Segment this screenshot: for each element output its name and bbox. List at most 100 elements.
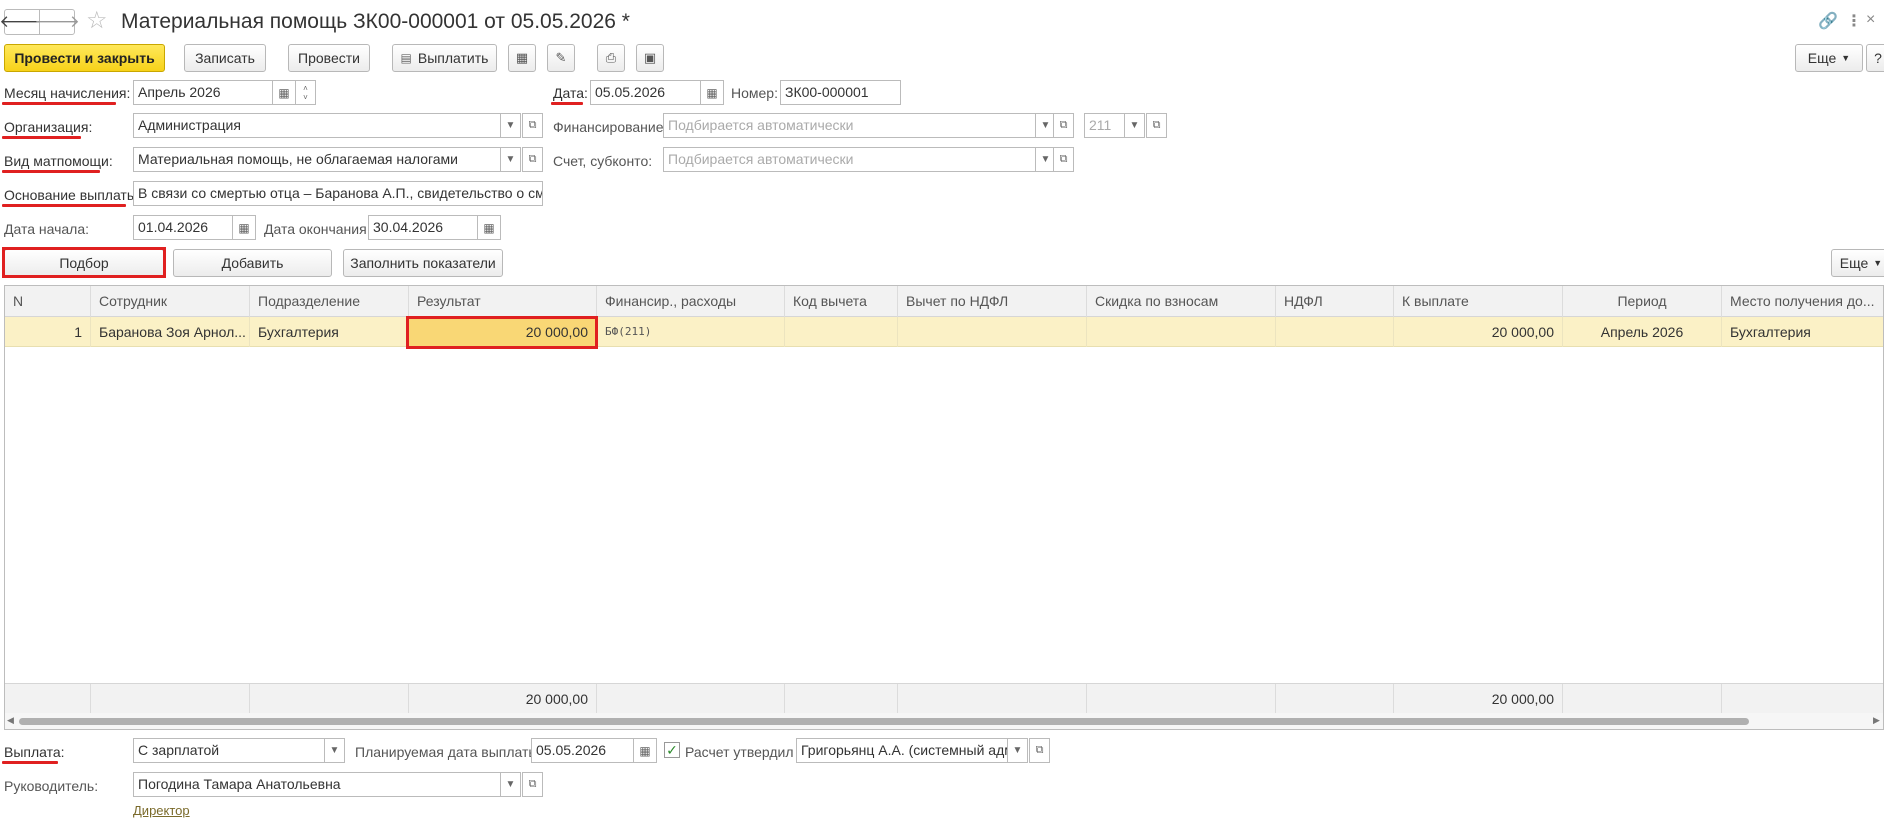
start-date-field[interactable]: 01.04.2026 (133, 215, 235, 240)
payment-field[interactable]: С зарплатой (133, 738, 326, 763)
open-icon[interactable]: ⧉ (1053, 147, 1074, 172)
dropdown-arrow-icon[interactable]: ▼ (1124, 113, 1145, 138)
manager-field[interactable]: Погодина Тамара Анатольевна (133, 772, 502, 797)
help-button[interactable]: ? (1866, 44, 1884, 72)
add-button[interactable]: Добавить (173, 249, 332, 277)
column-header[interactable]: Вычет по НДФЛ (898, 286, 1087, 317)
cell-place[interactable]: Бухгалтерия (1722, 317, 1883, 347)
arrow-right-icon: 🡒 (34, 12, 80, 31)
column-header[interactable]: НДФЛ (1276, 286, 1394, 317)
post-button[interactable]: Провести (288, 44, 370, 72)
save-button[interactable]: Записать (184, 44, 266, 72)
calendar-icon[interactable]: ▦ (633, 738, 657, 763)
scroll-left-icon[interactable]: ◀ (7, 715, 14, 726)
total-result: 20 000,00 (409, 684, 597, 714)
total-cell (1276, 684, 1394, 714)
open-icon[interactable]: ⧉ (1053, 113, 1074, 138)
dropdown-arrow-icon[interactable]: ▼ (1007, 738, 1028, 763)
total-cell (91, 684, 250, 714)
cell-financing[interactable]: БФ(211) (597, 317, 785, 347)
chevron-up-icon: ˄ (303, 83, 308, 93)
open-icon[interactable]: ⧉ (522, 147, 543, 172)
post-and-close-button[interactable]: Провести и закрыть (4, 44, 165, 72)
cell-n[interactable]: 1 (5, 317, 91, 347)
dropdown-arrow-icon[interactable]: ▼ (500, 147, 521, 172)
basis-field[interactable]: В связи со смертью отца – Баранова А.П.,… (133, 181, 543, 206)
forward-button[interactable]: 🡒 (34, 9, 80, 35)
horizontal-scrollbar[interactable]: ◀ ▶ (5, 713, 1883, 729)
dropdown-arrow-icon[interactable]: ▼ (500, 772, 521, 797)
account-field[interactable]: Подбирается автоматически (663, 147, 1037, 172)
column-header[interactable]: N (5, 286, 91, 317)
account-label: Счет, субконто: (553, 153, 653, 169)
column-header[interactable]: Подразделение (250, 286, 409, 317)
aid-type-field[interactable]: Материальная помощь, не облагаемая налог… (133, 147, 502, 172)
red-underline (2, 136, 81, 139)
total-cell (1722, 684, 1883, 714)
star-icon[interactable]: ☆ (86, 8, 108, 34)
red-underline (2, 102, 116, 105)
column-header[interactable]: Скидка по взносам (1087, 286, 1276, 317)
start-date-label: Дата начала: (4, 221, 90, 237)
total-cell (250, 684, 409, 714)
more-button[interactable]: Еще ▼ (1795, 44, 1863, 72)
cell-deduction-code[interactable] (785, 317, 898, 347)
cell-department[interactable]: Бухгалтерия (250, 317, 409, 347)
calendar-icon[interactable]: ▦ (272, 80, 296, 105)
calendar-icon[interactable]: ▦ (700, 80, 724, 105)
date-field[interactable]: 05.05.2026 (590, 80, 702, 105)
cell-contrib-discount[interactable] (1087, 317, 1276, 347)
cell-ndfl[interactable] (1276, 317, 1394, 347)
open-icon[interactable]: ⧉ (1146, 113, 1167, 138)
calendar-icon[interactable]: ▦ (477, 215, 501, 240)
report-icon[interactable]: ▦ (508, 44, 536, 72)
approved-by-field[interactable]: Григорьянц А.А. (системный администратор… (796, 738, 1009, 763)
scrollbar-thumb[interactable] (19, 718, 1749, 725)
dropdown-arrow-icon[interactable]: ▼ (500, 113, 521, 138)
cell-to-pay[interactable]: 20 000,00 (1394, 317, 1563, 347)
end-date-field[interactable]: 30.04.2026 (368, 215, 480, 240)
table-row[interactable]: 1 Баранова Зоя Арнол... Бухгалтерия 20 0… (5, 317, 1883, 347)
number-field[interactable]: ЗК00-000001 (780, 80, 901, 105)
date-label: Дата: (553, 85, 588, 101)
column-header[interactable]: К выплате (1394, 286, 1563, 317)
open-icon[interactable]: ⧉ (1029, 738, 1050, 763)
open-icon[interactable]: ⧉ (522, 113, 543, 138)
close-icon[interactable]: × (1866, 11, 1875, 29)
financing-code-field[interactable]: 211 (1084, 113, 1126, 138)
cell-period[interactable]: Апрель 2026 (1563, 317, 1722, 347)
column-header[interactable]: Финансир., расходы (597, 286, 785, 317)
column-header[interactable]: Место получения до... (1722, 286, 1883, 317)
manager-label: Руководитель: (4, 778, 99, 794)
print-icon[interactable]: ⎙ (597, 44, 625, 72)
column-header[interactable]: Сотрудник (91, 286, 250, 317)
dropdown-arrow-icon[interactable]: ▼ (324, 738, 345, 763)
approved-checkbox[interactable]: ✓ (664, 742, 680, 758)
calendar-doc-icon[interactable]: ▣ (636, 44, 664, 72)
column-header[interactable]: Результат (409, 286, 597, 317)
more-vertical-icon[interactable]: ⋮ (1846, 11, 1862, 31)
aid-type-label: Вид матпомощи: (4, 153, 113, 169)
approved-label: Расчет утвердил (685, 744, 794, 760)
fill-indicators-button[interactable]: Заполнить показатели (343, 249, 503, 277)
column-header[interactable]: Период (1563, 286, 1722, 317)
manager-position-link[interactable]: Директор (133, 803, 190, 818)
cell-ndfl-deduction[interactable] (898, 317, 1087, 347)
cell-employee[interactable]: Баранова Зоя Арнол... (91, 317, 250, 347)
red-underline (2, 761, 58, 764)
employees-table[interactable]: N Сотрудник Подразделение Результат Фина… (4, 285, 1884, 730)
month-stepper[interactable]: ˄ ˅ (295, 80, 316, 105)
link-icon[interactable]: 🔗 (1818, 11, 1838, 31)
planned-date-field[interactable]: 05.05.2026 (531, 738, 636, 763)
open-icon[interactable]: ⧉ (522, 772, 543, 797)
financing-field[interactable]: Подбирается автоматически (663, 113, 1037, 138)
pay-button[interactable]: ▤ Выплатить (392, 44, 497, 72)
column-header[interactable]: Код вычета (785, 286, 898, 317)
organization-field[interactable]: Администрация (133, 113, 502, 138)
accrual-month-field[interactable]: Апрель 2026 (133, 80, 273, 105)
scroll-right-icon[interactable]: ▶ (1873, 715, 1880, 726)
paperclip-icon[interactable]: ✎ (547, 44, 575, 72)
basis-label: Основание выплаты: (4, 187, 141, 203)
calendar-icon[interactable]: ▦ (232, 215, 256, 240)
table-more-button[interactable]: Еще ▼ (1831, 249, 1884, 277)
